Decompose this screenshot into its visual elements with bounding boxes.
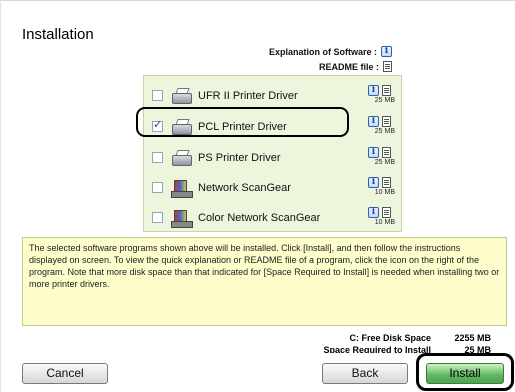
- info-icon[interactable]: [368, 116, 379, 127]
- item-size-color-network-scangear: 10 MB: [374, 219, 395, 226]
- readme-icon[interactable]: [382, 116, 391, 127]
- info-icon[interactable]: [368, 85, 379, 96]
- list-item-network-scangear[interactable]: Network ScanGear 10 MB: [150, 176, 397, 199]
- checkbox-network-scangear[interactable]: [152, 182, 163, 193]
- legend-explanation-label: Explanation of Software :: [268, 46, 377, 57]
- readme-icon[interactable]: [382, 207, 391, 218]
- free-disk-space: C: Free Disk Space 2255 MB: [301, 333, 491, 343]
- item-size-ufr2: 25 MB: [374, 97, 395, 104]
- list-item-ufr2[interactable]: UFR II Printer Driver 25 MB: [150, 84, 397, 107]
- readme-icon[interactable]: [382, 85, 391, 96]
- item-label-color-network-scangear: Color Network ScanGear: [198, 211, 321, 224]
- info-icon[interactable]: [368, 177, 379, 188]
- free-disk-space-value: 2255 MB: [454, 333, 491, 343]
- software-list: UFR II Printer Driver 25 MB PCL Printer …: [143, 75, 402, 232]
- space-required: Space Required to Install 25 MB: [301, 345, 491, 353]
- readme-icon: [383, 61, 392, 72]
- info-icon[interactable]: [368, 147, 379, 158]
- item-size-pcl: 25 MB: [374, 128, 395, 135]
- top-border: [0, 0, 515, 1]
- space-required-value: 25 MB: [464, 345, 491, 353]
- selection-highlight: [136, 107, 349, 137]
- cancel-button[interactable]: Cancel: [22, 363, 108, 384]
- scanner-icon: [170, 209, 193, 228]
- item-label-ufr2: UFR II Printer Driver: [198, 89, 298, 102]
- item-size-ps: 25 MB: [374, 159, 395, 166]
- legend-readme-label: README file :: [318, 61, 379, 72]
- space-required-label: Space Required to Install: [323, 345, 431, 353]
- checkbox-color-network-scangear[interactable]: [152, 212, 163, 223]
- description-box: The selected software programs shown abo…: [22, 237, 507, 326]
- printer-icon: [170, 87, 192, 105]
- info-icon: [381, 46, 392, 57]
- left-border: [0, 0, 1, 392]
- legend-explanation: Explanation of Software :: [269, 46, 392, 57]
- checkbox-ufr2[interactable]: [152, 90, 163, 101]
- page-title: Installation: [22, 26, 94, 43]
- readme-icon[interactable]: [382, 147, 391, 158]
- scanner-icon: [170, 179, 193, 198]
- readme-icon[interactable]: [382, 177, 391, 188]
- back-button[interactable]: Back: [322, 363, 408, 384]
- info-icon[interactable]: [368, 207, 379, 218]
- list-item-ps[interactable]: PS Printer Driver 25 MB: [150, 146, 397, 169]
- free-disk-space-label: C: Free Disk Space: [349, 333, 431, 343]
- item-label-network-scangear: Network ScanGear: [198, 181, 291, 194]
- item-label-ps: PS Printer Driver: [198, 151, 281, 164]
- checkbox-ps[interactable]: [152, 152, 163, 163]
- printer-icon: [170, 149, 192, 167]
- legend-readme: README file :: [319, 61, 392, 72]
- list-item-color-network-scangear[interactable]: Color Network ScanGear 10 MB: [150, 206, 397, 229]
- install-highlight: [416, 353, 514, 391]
- item-size-network-scangear: 10 MB: [374, 189, 395, 196]
